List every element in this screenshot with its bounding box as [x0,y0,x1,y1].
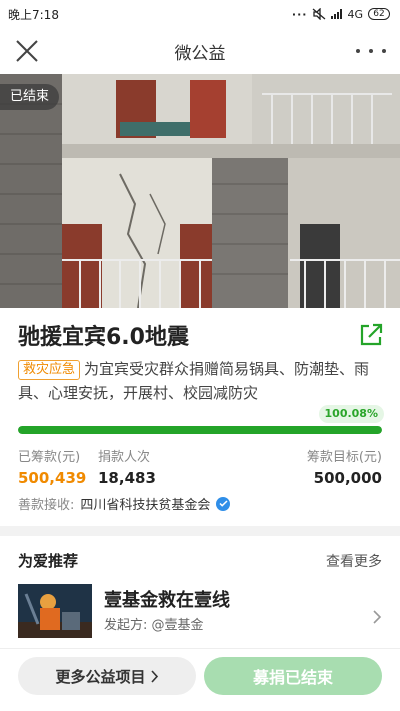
section-divider [0,526,400,536]
donors-stat: 捐款人次 18,483 [98,446,156,487]
goal-stat: 筹款目标(元) 500,000 [307,446,382,487]
view-more-link[interactable]: 查看更多 [326,551,382,571]
status-icons: ··· 4G 62 [292,8,390,21]
progress-bar-fill [18,426,382,434]
goal-value: 500,000 [313,469,382,487]
recommend-thumbnail [18,584,92,638]
network-type: 4G [347,7,363,21]
raised-value: 500,439 [18,469,87,487]
verified-icon [216,496,231,511]
bottom-action-bar: 更多公益项目 募捐已结束 [0,648,400,711]
donate-ended-button[interactable]: 募捐已结束 [204,657,382,695]
more-options-icon[interactable] [356,40,386,62]
page-title: 微公益 [174,43,226,64]
recommend-item[interactable]: 壹基金救在壹线 发起方: @壹基金 [18,584,384,640]
recipient-row[interactable]: 善款接收: 四川省科技扶贫基金会 [18,494,231,513]
project-cover-image: 已结束 [0,74,400,308]
signal-icon [331,9,343,19]
recommend-title: 为爱推荐 [18,552,79,570]
mute-icon [313,8,326,20]
goal-label: 筹款目标(元) [306,450,382,465]
progress-percent: 100.08% [318,405,384,423]
share-icon[interactable] [358,322,384,348]
category-tag: 救灾应急 [18,360,81,380]
more-projects-label: 更多公益项目 [55,667,146,686]
battery-level: 62 [373,9,385,19]
donors-label: 捐款人次 [98,450,151,465]
recipient-label: 善款接收: [18,498,75,513]
project-title-row: 驰援宜宾6.0地震 [18,320,384,350]
chevron-right-icon [373,610,382,624]
notification-dots-icon: ··· [291,7,308,21]
raised-stat: 已筹款(元) 500,439 [18,446,86,487]
project-description-block: 救灾应急 为宜宾受灾群众捐赠简易锅具、防潮垫、雨具、心理安抚，开展村、校园减防灾 [18,357,384,405]
status-time: 晚上7:18 [8,7,59,22]
nav-bar: 微公益 [0,28,400,74]
progress-bar [18,426,382,434]
donate-ended-label: 募捐已结束 [252,668,333,687]
close-icon[interactable] [14,38,40,64]
status-bar: 晚上7:18 ··· 4G 62 [0,0,400,28]
raised-label: 已筹款(元) [18,450,81,465]
project-title: 驰援宜宾6.0地震 [18,325,189,350]
recipient-org[interactable]: 四川省科技扶贫基金会 [80,494,210,513]
recommend-item-sponsor: 发起方: @壹基金 [104,618,204,633]
ended-badge: 已结束 [0,84,60,110]
battery-icon: 62 [368,8,390,20]
more-projects-button[interactable]: 更多公益项目 [18,657,196,695]
donors-value: 18,483 [98,469,156,487]
recommend-header: 为爱推荐 查看更多 [18,550,382,571]
recommend-item-name: 壹基金救在壹线 [104,590,230,611]
chevron-right-icon [150,669,158,683]
